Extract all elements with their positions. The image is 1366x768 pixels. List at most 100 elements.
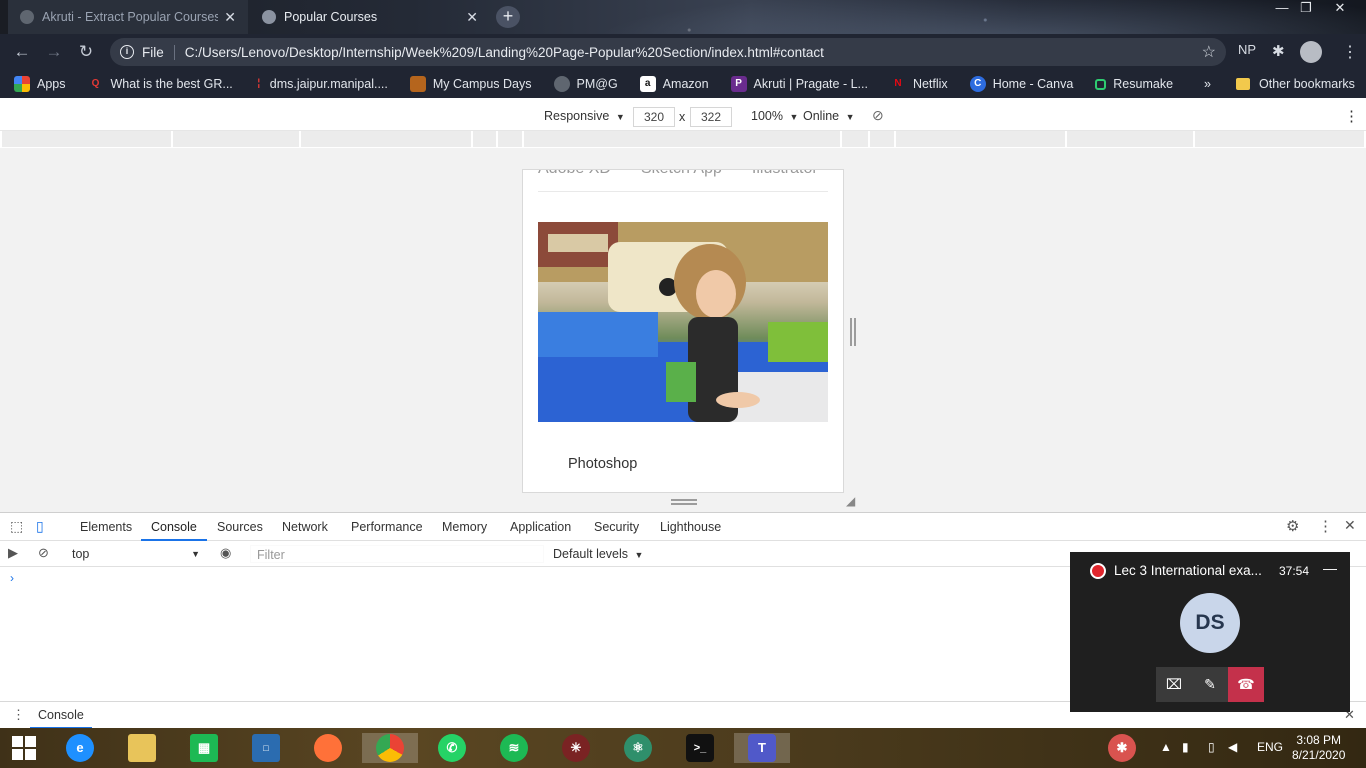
manipal-icon: ¦	[257, 78, 261, 89]
bookmark-canva[interactable]: C Home - Canva	[969, 76, 1073, 92]
resize-handle-bottom[interactable]	[671, 499, 697, 505]
close-tab-icon[interactable]: ✕	[224, 9, 236, 26]
bookmark-quora[interactable]: Q What is the best GR...	[88, 76, 233, 92]
height-input[interactable]: 322	[690, 107, 732, 127]
bookmark-netflix[interactable]: N Netflix	[890, 76, 947, 92]
tray-expand-icon[interactable]: ▲	[1160, 740, 1172, 754]
drawer-tab-console[interactable]: Console	[30, 708, 92, 729]
language-indicator[interactable]: ENG	[1257, 740, 1283, 754]
bookmark-star-icon[interactable]: ☆	[1202, 42, 1216, 62]
resize-handle-right[interactable]	[850, 318, 856, 346]
whatsapp-icon[interactable]: ✆	[432, 733, 472, 763]
teams-icon[interactable]: T	[734, 733, 790, 763]
rotate-icon[interactable]: ⊘	[872, 107, 884, 124]
course-tab-illustrator[interactable]: Illustrator	[752, 170, 818, 191]
course-tab-sketch-app[interactable]: Sketch App	[641, 170, 722, 191]
spotify-icon[interactable]: ≋	[494, 733, 534, 763]
reload-icon[interactable]: ↻	[74, 40, 98, 64]
device-mode-select[interactable]: Responsive ▼	[544, 109, 625, 123]
bookmark-label: Akruti | Pragate - L...	[753, 77, 868, 91]
tab-akruti[interactable]: Akruti - Extract Popular Courses S ✕	[8, 0, 248, 34]
width-input[interactable]: 320	[633, 107, 675, 127]
bookmark-amazon[interactable]: a Amazon	[639, 76, 709, 92]
bookmark-manipal[interactable]: ¦ dms.jaipur.manipal....	[255, 76, 388, 92]
system-clock[interactable]: 3:08 PM 8/21/2020	[1292, 733, 1345, 763]
info-icon[interactable]: i	[120, 45, 134, 59]
bookmark-pmg[interactable]: PM@G	[553, 76, 618, 92]
tab-lighthouse[interactable]: Lighthouse	[660, 520, 721, 534]
bookmark-pragate[interactable]: P Akruti | Pragate - L...	[730, 76, 868, 92]
extensions-icon[interactable]: ✱	[1272, 42, 1285, 62]
restore-window-icon[interactable]: ❐	[1292, 0, 1320, 18]
store-icon[interactable]: ▦	[184, 733, 224, 763]
volume-icon[interactable]: ◀	[1228, 740, 1237, 754]
console-prompt[interactable]: ›	[10, 571, 14, 585]
meeting-popup[interactable]: Lec 3 International exa... 37:54 — DS ⌧ …	[1070, 552, 1350, 712]
internet-explorer-icon[interactable]: e	[60, 733, 100, 763]
bookmarks-overflow-icon[interactable]: »	[1204, 70, 1211, 98]
tab-console[interactable]: Console	[141, 520, 207, 541]
close-tab-icon[interactable]: ✕	[466, 9, 478, 26]
bookmark-resumake[interactable]: Resumake	[1095, 77, 1173, 91]
start-icon[interactable]	[4, 733, 44, 763]
minimize-popup-icon[interactable]: —	[1323, 560, 1337, 576]
more-options-icon[interactable]: ⋮	[1344, 107, 1359, 125]
profile-initials[interactable]: NP	[1238, 42, 1256, 62]
tab-performance[interactable]: Performance	[351, 520, 423, 534]
new-tab-button[interactable]: +	[496, 6, 520, 28]
zoom-select[interactable]: 100% ▼	[751, 109, 798, 123]
file-explorer-icon[interactable]	[122, 733, 162, 763]
tab-memory[interactable]: Memory	[442, 520, 487, 534]
spider-app-icon[interactable]: ✳	[556, 733, 596, 763]
clear-console-icon[interactable]: ⊘	[38, 545, 49, 561]
meeting-duration: 37:54	[1279, 564, 1310, 578]
menu-icon[interactable]: ⋮	[1342, 42, 1358, 62]
back-icon[interactable]: ←	[10, 40, 34, 64]
lenovo-icon[interactable]: □	[246, 733, 286, 763]
settings-gear-icon[interactable]: ⚙	[1286, 517, 1299, 535]
avatar[interactable]	[1300, 41, 1322, 63]
devtools-menu-icon[interactable]: ⋮	[1318, 517, 1333, 535]
eye-icon[interactable]: ◉	[220, 545, 231, 561]
tab-sources[interactable]: Sources	[217, 520, 263, 534]
tab-popular-courses[interactable]: Popular Courses ✕	[250, 0, 490, 34]
close-devtools-icon[interactable]: ✕	[1344, 517, 1356, 534]
log-levels-select[interactable]: Default levels ▼	[553, 547, 643, 561]
inspect-element-icon[interactable]: ⬚	[10, 518, 23, 535]
address-bar[interactable]: i File C:/Users/Lenovo/Desktop/Internshi…	[110, 38, 1226, 66]
recording-icon	[1090, 563, 1106, 579]
network-icon[interactable]: ▮	[1182, 740, 1189, 754]
firefox-icon[interactable]	[308, 733, 348, 763]
tab-title: Popular Courses	[284, 10, 378, 24]
close-window-icon[interactable]: ✕	[1326, 0, 1354, 18]
course-tab-adobe-xd[interactable]: Adobe XD	[538, 170, 611, 191]
notification-app-icon[interactable]: ✱	[1102, 733, 1142, 763]
mic-off-icon[interactable]: ✎	[1192, 667, 1228, 702]
tab-elements[interactable]: Elements	[80, 520, 132, 534]
filter-input[interactable]: Filter	[250, 545, 544, 563]
terminal-icon[interactable]: >_	[680, 733, 720, 763]
atom-icon[interactable]: ⚛	[618, 733, 658, 763]
resize-handle-corner[interactable]: ◢	[846, 495, 858, 507]
bookmark-apps[interactable]: Apps	[14, 76, 66, 92]
url-text[interactable]: C:/Users/Lenovo/Desktop/Internship/Week%…	[185, 45, 824, 60]
forward-icon[interactable]: →	[42, 40, 66, 64]
bookmark-campus[interactable]: My Campus Days	[409, 76, 532, 92]
device-toggle-icon[interactable]: ▯	[36, 518, 44, 535]
hang-up-icon[interactable]: ☎	[1228, 667, 1264, 702]
tab-network[interactable]: Network	[282, 520, 328, 534]
media-query-bar[interactable]	[2, 131, 1364, 147]
context-select[interactable]: top ▼	[66, 545, 206, 563]
camera-off-icon[interactable]: ⌧	[1156, 667, 1192, 702]
tab-security[interactable]: Security	[594, 520, 639, 534]
course-image[interactable]	[538, 222, 828, 422]
tab-application[interactable]: Application	[510, 520, 571, 534]
drawer-menu-icon[interactable]: ⋮	[12, 707, 25, 723]
chrome-icon[interactable]	[362, 733, 418, 763]
network-throttle-select[interactable]: Online ▼	[803, 109, 855, 123]
battery-icon[interactable]: ▯	[1208, 740, 1215, 754]
other-bookmarks[interactable]: Other bookmarks	[1236, 70, 1355, 98]
sidebar-toggle-icon[interactable]: ▶	[8, 545, 18, 561]
emulated-page[interactable]: Adobe XD Sketch App Illustrator Photosho…	[523, 170, 843, 492]
netflix-icon: N	[894, 78, 902, 89]
